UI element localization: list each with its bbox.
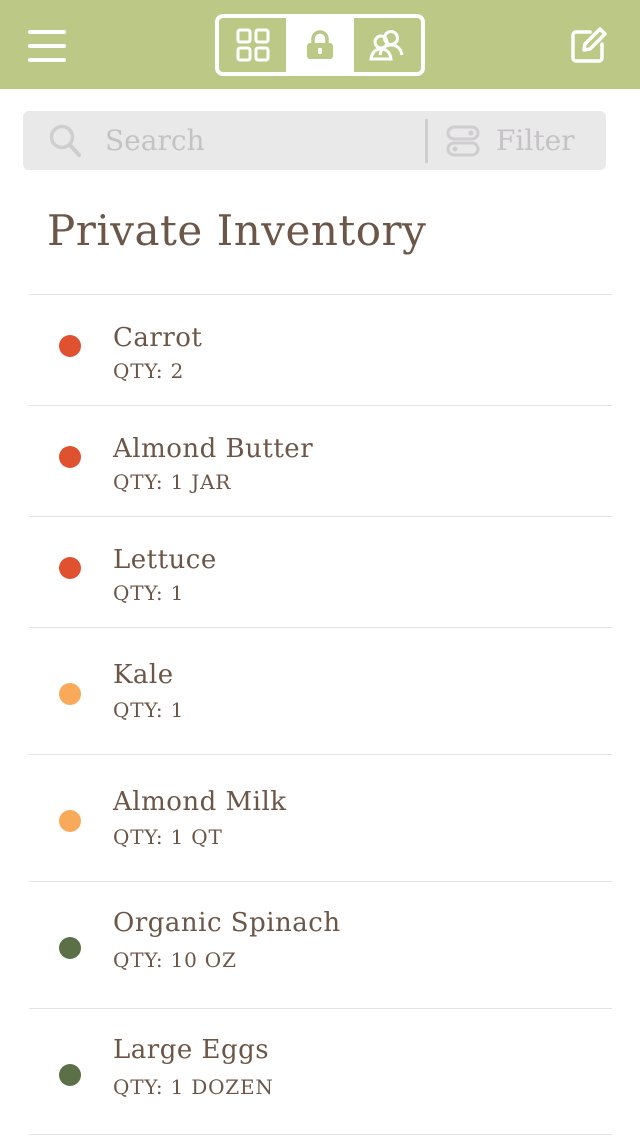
item-name: Kale [113, 660, 174, 690]
segment-grid[interactable] [219, 18, 286, 72]
item-quantity: QTY: 1 QT [113, 825, 223, 849]
status-dot-green [59, 1064, 81, 1086]
status-dot-green [59, 937, 81, 959]
page-title: Private Inventory [47, 206, 427, 255]
item-quantity: QTY: 10 OZ [113, 948, 237, 972]
item-name: Large Eggs [113, 1035, 270, 1065]
search-input[interactable] [105, 111, 425, 170]
status-dot-red [59, 335, 81, 357]
item-quantity: QTY: 2 [113, 359, 185, 383]
edit-pencil-icon[interactable] [570, 26, 608, 64]
filter-label: Filter [496, 124, 575, 157]
view-segmented-control [215, 14, 425, 76]
item-name: Organic Spinach [113, 908, 341, 938]
menu-line [28, 58, 66, 62]
hamburger-menu-icon[interactable] [28, 30, 66, 62]
segment-shared[interactable] [354, 18, 421, 72]
search-divider [425, 119, 428, 163]
list-item[interactable]: Lettuce QTY: 1 [29, 516, 612, 627]
search-icon [49, 124, 81, 157]
list-item[interactable]: Large Eggs QTY: 1 DOZEN [29, 1008, 612, 1135]
status-dot-red [59, 557, 81, 579]
menu-line [28, 44, 66, 48]
menu-line [28, 30, 66, 34]
item-name: Almond Butter [113, 434, 314, 464]
item-quantity: QTY: 1 [113, 698, 185, 722]
shared-users-icon [369, 30, 404, 61]
status-dot-orange [59, 810, 81, 832]
status-dot-red [59, 446, 81, 468]
segment-private[interactable] [286, 18, 354, 72]
grid-icon [236, 28, 270, 62]
inventory-list: Carrot QTY: 2 Almond Butter QTY: 1 JAR Lettu… [29, 294, 612, 1135]
list-item[interactable]: Carrot QTY: 2 [29, 294, 612, 405]
list-item[interactable]: Kale QTY: 1 [29, 627, 612, 754]
item-name: Carrot [113, 323, 203, 353]
item-quantity: QTY: 1 JAR [113, 470, 232, 494]
search-bar: Filter [23, 111, 606, 170]
status-dot-orange [59, 683, 81, 705]
item-name: Lettuce [113, 545, 217, 575]
filter-toggle-icon [446, 125, 480, 156]
list-item[interactable]: Almond Butter QTY: 1 JAR [29, 405, 612, 516]
lock-icon [306, 30, 333, 59]
item-quantity: QTY: 1 [113, 581, 185, 605]
item-quantity: QTY: 1 DOZEN [113, 1075, 274, 1099]
list-item[interactable]: Organic Spinach QTY: 10 OZ [29, 881, 612, 1008]
list-item[interactable]: Almond Milk QTY: 1 QT [29, 754, 612, 881]
filter-button[interactable]: Filter [445, 111, 605, 170]
top-navigation-bar [0, 0, 640, 89]
item-name: Almond Milk [113, 787, 287, 817]
